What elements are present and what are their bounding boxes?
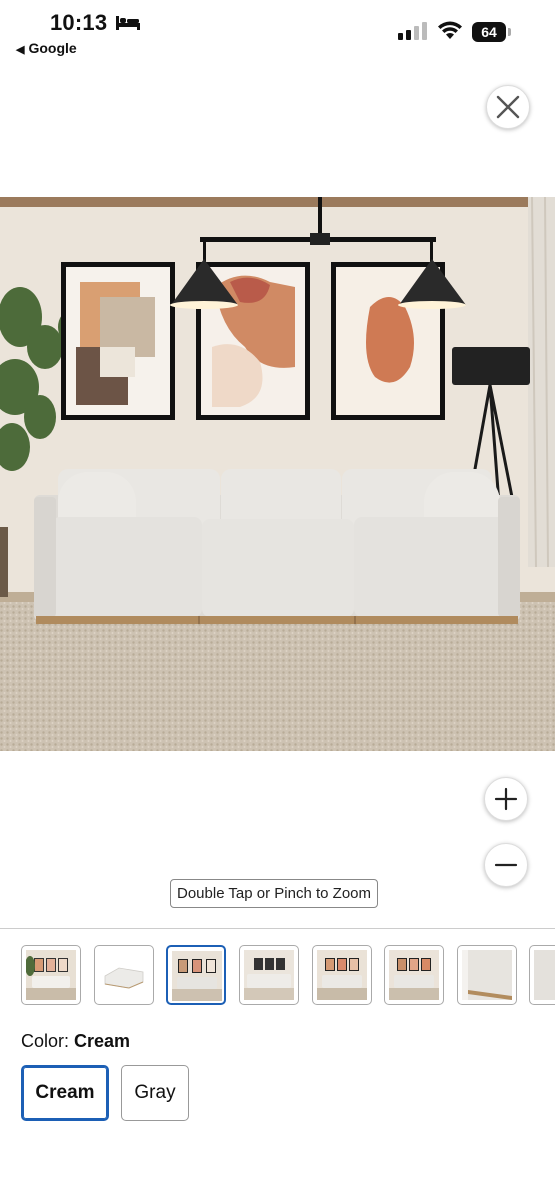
- sofa-room-photo: [0, 197, 555, 751]
- thumbnail-strip[interactable]: [0, 945, 555, 1009]
- thumbnail-1[interactable]: [21, 945, 81, 1005]
- color-option-cream[interactable]: Cream: [21, 1065, 109, 1121]
- thumbnail-4[interactable]: [239, 945, 299, 1005]
- back-to-app-link[interactable]: ◀ Google: [16, 40, 77, 56]
- back-triangle-icon: ◀: [16, 44, 25, 56]
- thumbnail-8[interactable]: [529, 945, 555, 1005]
- color-option-gray[interactable]: Gray: [121, 1065, 189, 1121]
- thumbnail-5[interactable]: [312, 945, 372, 1005]
- zoom-hint: Double Tap or Pinch to Zoom: [170, 879, 378, 908]
- minus-icon: [494, 863, 518, 867]
- back-app-label: Google: [28, 40, 77, 56]
- status-time: 10:13: [50, 10, 108, 35]
- divider: [0, 928, 555, 929]
- cellular-signal-icon: [398, 22, 428, 40]
- color-value: Cream: [74, 1031, 131, 1051]
- battery-level: 64: [472, 22, 506, 42]
- bed-icon: [116, 14, 140, 30]
- thumbnail-6[interactable]: [384, 945, 444, 1005]
- color-label: Color:: [21, 1031, 70, 1051]
- thumbnail-3[interactable]: [166, 945, 226, 1005]
- battery-icon: 64: [472, 22, 512, 42]
- zoom-in-button[interactable]: [484, 777, 528, 821]
- thumbnail-7[interactable]: [457, 945, 517, 1005]
- zoom-out-button[interactable]: [484, 843, 528, 887]
- product-image[interactable]: [0, 197, 555, 751]
- color-selection-label: Color: Cream: [21, 1031, 130, 1052]
- close-button[interactable]: [486, 85, 530, 129]
- wifi-icon: [437, 20, 463, 40]
- status-bar: 10:13 ◀ Google 64: [0, 0, 555, 64]
- thumbnail-2[interactable]: [94, 945, 154, 1005]
- close-icon: [496, 95, 520, 119]
- plus-icon: [494, 787, 518, 811]
